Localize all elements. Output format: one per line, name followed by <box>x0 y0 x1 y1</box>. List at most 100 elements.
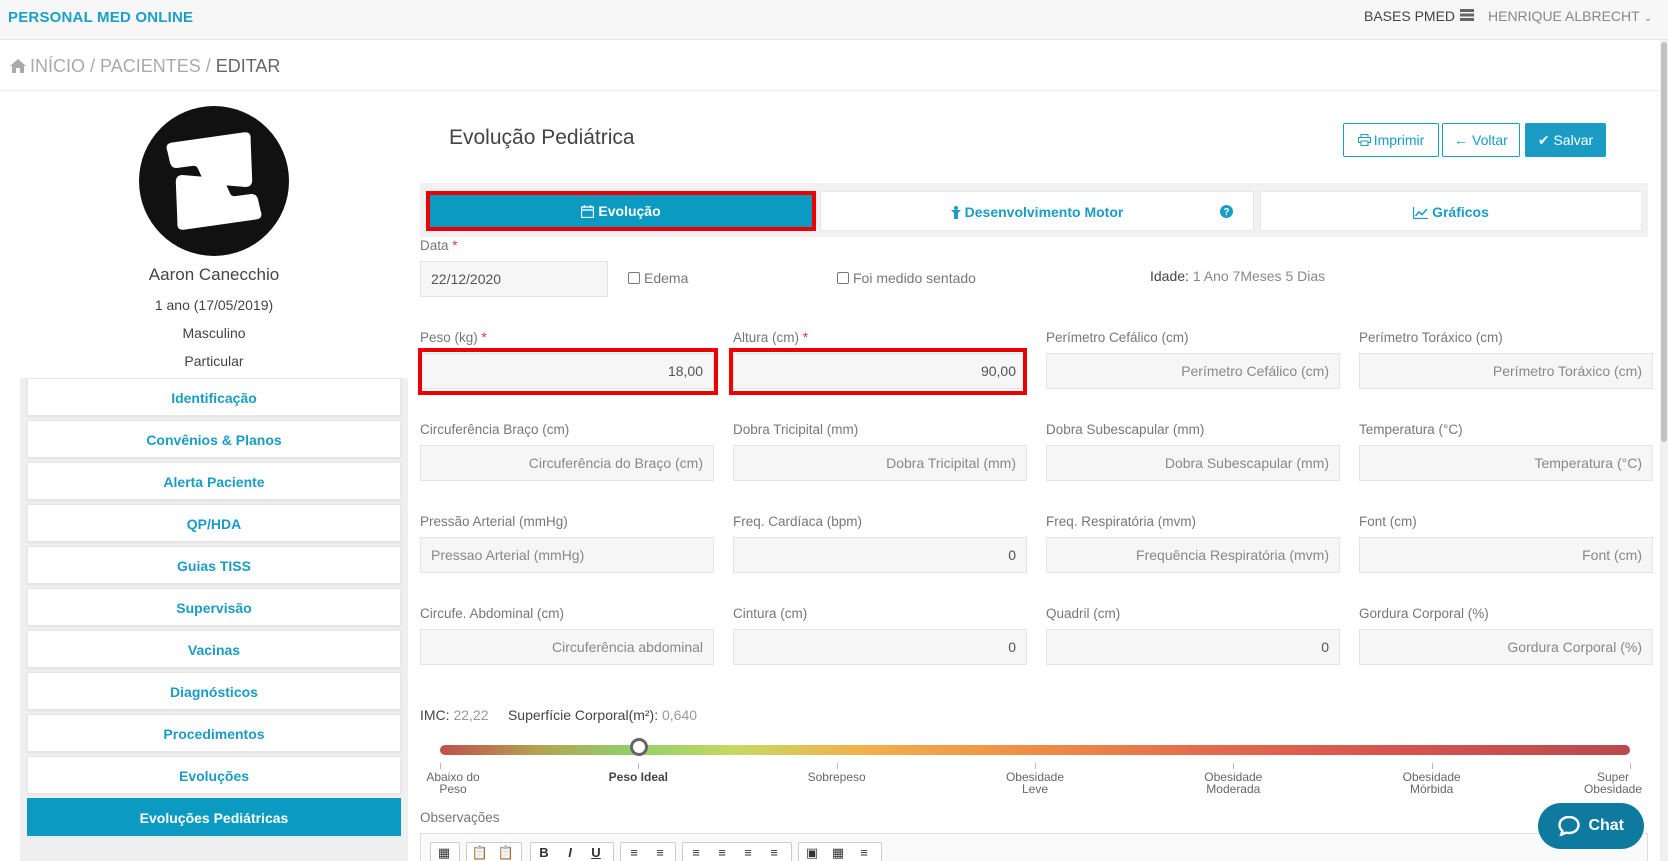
pressao-field[interactable]: Pressao Arterial (mmHg) <box>420 537 714 573</box>
arrow-left-icon: ← <box>1454 132 1469 148</box>
page-title: Evolução Pediátrica <box>449 126 635 149</box>
sidebar-item-identificacao[interactable]: Identificação <box>27 378 401 416</box>
circ-braco-field[interactable]: Circuferência do Braço (cm) <box>420 445 714 481</box>
perimetro-toraxico-field[interactable]: Perímetro Toráxico (cm) <box>1359 353 1653 389</box>
peso-field[interactable]: 18,00 <box>420 353 714 389</box>
sidebar-item-alerta[interactable]: Alerta Paciente <box>27 462 401 500</box>
underline-icon[interactable]: U <box>583 843 609 861</box>
perimetro-cefalico-field[interactable]: Perímetro Cefálico (cm) <box>1046 353 1340 389</box>
bmi-scale-tick <box>1035 763 1036 769</box>
circ-abdominal-field[interactable]: Circuferência abdominal <box>420 629 714 665</box>
breadcrumb-home[interactable]: INÍCIO <box>30 56 85 76</box>
cintura-label: Cintura (cm) <box>733 606 808 621</box>
chevron-down-icon: ⌄ <box>1643 13 1653 24</box>
sidebar-item-supervisao[interactable]: Supervisão <box>27 588 401 626</box>
table-icon[interactable]: ▦ <box>825 843 851 861</box>
date-label: Data * <box>420 238 458 253</box>
print-label: Imprimir <box>1373 132 1425 148</box>
printer-icon <box>1357 134 1371 146</box>
horizontal-line-icon[interactable]: ≡ <box>851 843 877 861</box>
sitting-label: Foi medido sentado <box>853 270 976 286</box>
tab-desenvolvimento-motor[interactable]: Desenvolvimento Motor ? <box>820 191 1254 231</box>
home-icon[interactable] <box>10 59 26 73</box>
edema-label: Edema <box>644 270 689 286</box>
back-label: Voltar <box>1472 132 1508 148</box>
breadcrumb-bar: INÍCIO / PACIENTES / EDITAR <box>0 41 1668 91</box>
sidebar-item-convenios[interactable]: Convênios & Planos <box>27 420 401 458</box>
perimetro-cefalico-label: Perímetro Cefálico (cm) <box>1046 330 1189 345</box>
checkbox-icon[interactable] <box>837 272 849 284</box>
bold-icon[interactable]: B <box>531 843 557 861</box>
svg-text:?: ? <box>1223 207 1229 218</box>
editor-toolbar-group: BIU <box>530 842 614 861</box>
check-icon: ✔ <box>1537 132 1550 148</box>
sidebar-item-evolucoes-pediatricas[interactable]: Evoluções Pediátricas <box>27 798 401 836</box>
pressao-label: Pressão Arterial (mmHg) <box>420 514 568 529</box>
paste-icon[interactable]: 📋 <box>467 843 493 861</box>
breadcrumb-separator: / <box>205 56 211 76</box>
temperatura-field[interactable]: Temperatura (°C) <box>1359 445 1653 481</box>
bmi-scale-label: Obesidade Leve <box>1005 770 1065 796</box>
breadcrumb-separator: / <box>90 56 96 76</box>
freq-respiratoria-label: Freq. Respiratória (mvm) <box>1046 514 1197 529</box>
sidebar-item-qp-hda[interactable]: QP/HDA <box>27 504 401 542</box>
save-button[interactable]: ✔ Salvar <box>1525 123 1606 157</box>
print-button[interactable]: Imprimir <box>1343 123 1439 157</box>
italic-icon[interactable]: I <box>557 843 583 861</box>
bmi-scale-label: Peso Ideal <box>608 770 669 784</box>
align-center-icon[interactable]: ≡ <box>709 843 735 861</box>
chat-button[interactable]: Chat <box>1538 803 1644 849</box>
cintura-field[interactable]: 0 <box>733 629 1027 665</box>
bmi-scale-marker <box>629 738 648 756</box>
imc-label: IMC: <box>420 707 450 723</box>
freq-cardiaca-field[interactable]: 0 <box>733 537 1027 573</box>
sitting-checkbox[interactable]: Foi medido sentado <box>837 270 976 286</box>
patient-age: 1 ano (17/05/2019) <box>154 297 274 313</box>
app-brand[interactable]: PERSONAL MED ONLINE <box>8 9 193 26</box>
align-right-icon[interactable]: ≡ <box>735 843 761 861</box>
dobra-subescapular-field[interactable]: Dobra Subescapular (mm) <box>1046 445 1340 481</box>
back-button[interactable]: ← Voltar <box>1442 123 1520 157</box>
dobra-tricipital-field[interactable]: Dobra Tricipital (mm) <box>733 445 1027 481</box>
altura-field[interactable]: 90,00 <box>733 353 1027 389</box>
circ-abdominal-label: Circufe. Abdominal (cm) <box>420 606 565 621</box>
save-label: Salvar <box>1553 132 1594 148</box>
age-value: 1 Ano 7Meses 5 Dias <box>1192 268 1326 284</box>
edema-checkbox[interactable]: Edema <box>628 270 688 286</box>
circ-braco-label: Circuferência Braço (cm) <box>420 422 570 437</box>
font-field[interactable]: Font (cm) <box>1359 537 1653 573</box>
help-icon[interactable]: ? <box>1220 205 1233 218</box>
database-icon[interactable] <box>1460 9 1474 21</box>
checkbox-icon[interactable] <box>628 272 640 284</box>
numbered-list-icon[interactable]: ≡ <box>621 843 647 861</box>
sidebar-item-guias-tiss[interactable]: Guias TISS <box>27 546 401 584</box>
sidebar-item-vacinas[interactable]: Vacinas <box>27 630 401 668</box>
tab-graficos[interactable]: Gráficos <box>1260 191 1642 231</box>
scrollbar-thumb[interactable] <box>1661 42 1667 442</box>
date-field[interactable]: 22/12/2020 <box>420 261 608 297</box>
bases-label[interactable]: BASES PMED <box>1364 8 1455 24</box>
gordura-field[interactable]: Gordura Corporal (%) <box>1359 629 1653 665</box>
quadril-field[interactable]: 0 <box>1046 629 1340 665</box>
editor-toolbar-group: 📋 📋 <box>466 842 522 861</box>
align-left-icon[interactable]: ≡ <box>683 843 709 861</box>
source-icon[interactable]: ▦ <box>431 843 457 861</box>
dobra-subescapular-label: Dobra Subescapular (mm) <box>1046 422 1205 437</box>
sidebar-item-procedimentos[interactable]: Procedimentos <box>27 714 401 752</box>
bmi-scale-label: Abaixo do Peso <box>426 770 480 796</box>
bullet-list-icon[interactable]: ≡ <box>647 843 673 861</box>
user-menu[interactable]: HENRIQUE ALBRECHT ⌄ <box>1488 8 1652 24</box>
freq-respiratoria-field[interactable]: Frequência Respiratória (mvm) <box>1046 537 1340 573</box>
chat-label: Chat <box>1588 817 1624 834</box>
top-bar: PERSONAL MED ONLINE BASES PMED HENRIQUE … <box>0 0 1668 40</box>
gordura-label: Gordura Corporal (%) <box>1359 606 1489 621</box>
sidebar-item-evolucoes[interactable]: Evoluções <box>27 756 401 794</box>
breadcrumb-patients[interactable]: PACIENTES <box>100 56 201 76</box>
sidebar-item-diagnosticos[interactable]: Diagnósticos <box>27 672 401 710</box>
tab-evolucao[interactable]: Evolução <box>426 191 816 231</box>
align-justify-icon[interactable]: ≡ <box>761 843 787 861</box>
image-icon[interactable]: ▣ <box>799 843 825 861</box>
paste-text-icon[interactable]: 📋 <box>493 843 519 861</box>
patient-sex: Masculino <box>182 325 246 341</box>
freq-cardiaca-label: Freq. Cardíaca (bpm) <box>733 514 863 529</box>
